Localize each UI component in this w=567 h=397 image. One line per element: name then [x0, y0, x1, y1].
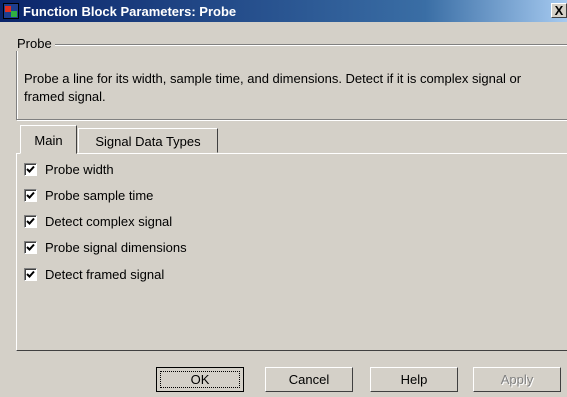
group-legend: Probe	[14, 36, 55, 51]
simulink-app-icon	[3, 3, 19, 19]
check-icon	[26, 217, 35, 225]
probe-signal-dimensions-checkbox[interactable]	[24, 240, 37, 254]
apply-button[interactable]: Apply	[473, 367, 561, 392]
tab-main[interactable]: Main	[20, 125, 77, 154]
detect-framed-signal-checkbox[interactable]	[24, 267, 37, 281]
window-title: Function Block Parameters: Probe	[23, 3, 237, 19]
option-detect-complex-signal[interactable]: Detect complex signal	[24, 213, 172, 229]
tab-signal-data-types[interactable]: Signal Data Types	[78, 128, 218, 153]
check-icon	[26, 270, 35, 278]
option-label: Detect framed signal	[45, 266, 165, 282]
option-probe-width[interactable]: Probe width	[24, 161, 114, 177]
probe-width-checkbox[interactable]	[24, 162, 37, 176]
detect-complex-signal-checkbox[interactable]	[24, 214, 37, 228]
option-detect-framed-signal[interactable]: Detect framed signal	[24, 266, 164, 282]
help-button[interactable]: Help	[370, 367, 458, 392]
check-icon	[26, 191, 35, 199]
option-label: Detect complex signal	[45, 213, 173, 229]
close-button[interactable]: X	[551, 3, 567, 18]
option-label: Probe sample time	[45, 187, 154, 203]
block-description: Probe a line for its width, sample time,…	[24, 71, 522, 104]
probe-sample-time-checkbox[interactable]	[24, 188, 37, 202]
ok-button[interactable]: OK	[156, 367, 244, 392]
option-probe-signal-dimensions[interactable]: Probe signal dimensions	[24, 239, 187, 255]
option-probe-sample-time[interactable]: Probe sample time	[24, 187, 153, 203]
cancel-button[interactable]: Cancel	[265, 367, 353, 392]
option-label: Probe width	[45, 161, 114, 177]
check-icon	[26, 165, 35, 173]
title-bar: Function Block Parameters: Probe X	[0, 0, 567, 22]
ok-button-label: OK	[190, 372, 210, 387]
check-icon	[26, 243, 35, 251]
option-label: Probe signal dimensions	[45, 239, 187, 255]
